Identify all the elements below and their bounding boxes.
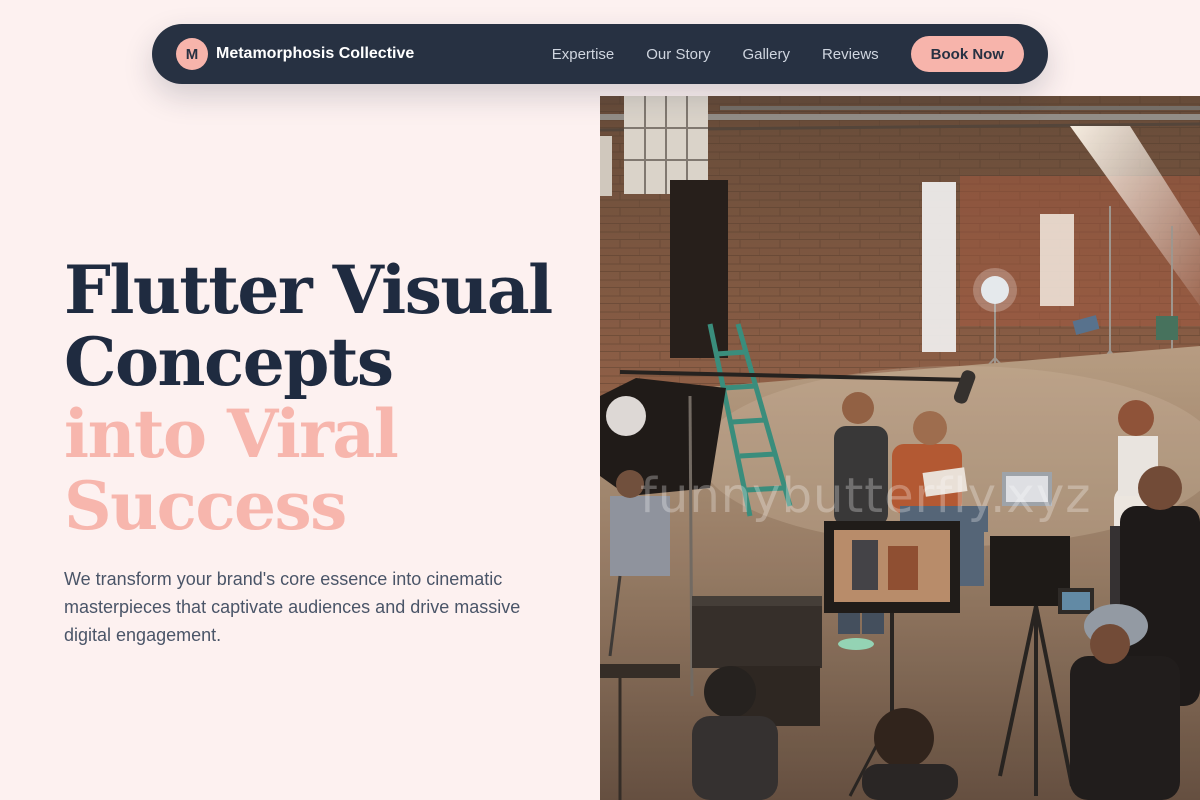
nav-link-gallery[interactable]: Gallery: [742, 46, 790, 63]
image-watermark: funnybutterfly.xyz: [640, 468, 1092, 524]
hero-headline: Flutter Visual Concepts into Viral Succe…: [64, 251, 553, 545]
hero-headline-line-4: Success: [64, 467, 347, 545]
nav-link-expertise[interactable]: Expertise: [552, 46, 615, 63]
nav-link-our-story[interactable]: Our Story: [646, 46, 710, 63]
brand-name: Metamorphosis Collective: [216, 45, 415, 62]
hero-headline-line-1: Flutter Visual: [64, 251, 553, 329]
hero-headline-line-2: Concepts: [64, 323, 394, 401]
top-navigation-bar: M Metamorphosis Collective Expertise Our…: [152, 24, 1048, 84]
nav-link-reviews[interactable]: Reviews: [822, 46, 879, 63]
brand-logo[interactable]: M Metamorphosis Collective: [176, 38, 414, 70]
hero-subtitle: We transform your brand's core essence i…: [64, 569, 521, 645]
hero-film-set-photo: funnybutterfly.xyz: [600, 96, 1200, 800]
film-set-illustration: [600, 96, 1200, 800]
nav-links: Expertise Our Story Gallery Reviews Book…: [552, 36, 1024, 72]
hero-headline-line-3: into Viral: [64, 395, 399, 473]
book-now-button[interactable]: Book Now: [910, 36, 1024, 72]
brand-initial-badge: M: [176, 38, 208, 70]
